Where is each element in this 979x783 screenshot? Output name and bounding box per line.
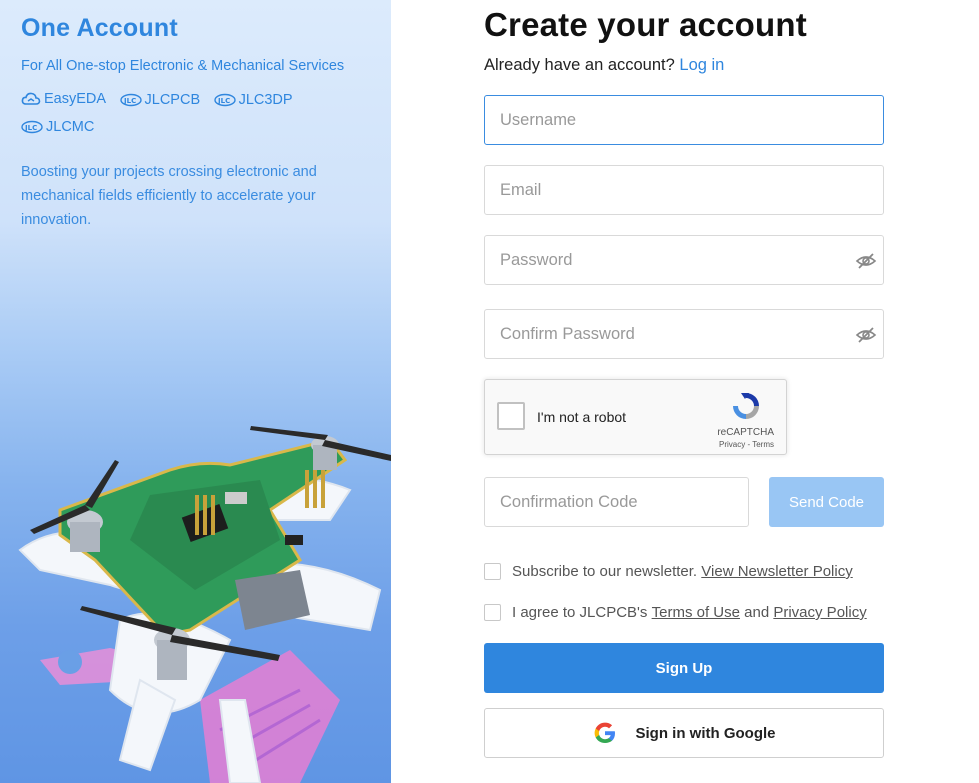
username-input[interactable] <box>485 96 883 144</box>
svg-text:JLC: JLC <box>24 124 37 132</box>
login-link[interactable]: Log in <box>679 56 724 74</box>
eye-slash-icon[interactable] <box>855 250 877 272</box>
product-jlcmc[interactable]: JLC JLCMC <box>21 118 94 136</box>
brand-tagline: For All One-stop Electronic & Mechanical… <box>21 58 345 74</box>
product-label: JLCPCB <box>144 92 201 108</box>
recaptcha-brand: reCAPTCHA <box>717 427 774 438</box>
sign-up-button[interactable]: Sign Up <box>484 643 884 693</box>
password-field[interactable] <box>484 235 884 285</box>
promo-panel: One Account For All One-stop Electronic … <box>0 0 391 783</box>
and-text: and <box>744 604 770 621</box>
send-code-button[interactable]: Send Code <box>769 477 884 527</box>
product-label: JLCMC <box>46 119 95 135</box>
svg-text:JLC: JLC <box>123 97 136 105</box>
agree-row: I agree to JLCPCB's Terms of Use and Pri… <box>484 604 867 621</box>
google-signin-label: Sign in with Google <box>635 724 776 742</box>
jlc-logo-icon: JLC <box>21 120 43 134</box>
brand-title: One Account <box>21 14 178 42</box>
product-easyeda[interactable]: EasyEDA <box>21 90 106 108</box>
username-field[interactable] <box>484 95 884 145</box>
recaptcha-links[interactable]: Privacy - Terms <box>719 440 774 449</box>
newsletter-row: Subscribe to our newsletter. View Newsle… <box>484 563 853 580</box>
recaptcha-widget: I'm not a robot reCAPTCHA Privacy - Term… <box>484 379 787 455</box>
email-input[interactable] <box>485 166 883 214</box>
login-prompt: Already have an account? Log in <box>484 56 724 75</box>
email-field[interactable] <box>484 165 884 215</box>
agree-text: I agree to JLCPCB's <box>512 604 648 621</box>
newsletter-text: Subscribe to our newsletter. <box>512 563 698 580</box>
confirm-password-input[interactable] <box>485 310 883 358</box>
product-label: EasyEDA <box>44 91 107 107</box>
page-title: Create your account <box>484 6 807 43</box>
confirmation-code-input[interactable] <box>485 478 748 526</box>
eye-slash-icon[interactable] <box>855 324 877 346</box>
confirm-password-field[interactable] <box>484 309 884 359</box>
confirmation-code-field[interactable] <box>484 477 749 527</box>
newsletter-checkbox[interactable] <box>484 563 501 580</box>
agree-checkbox[interactable] <box>484 604 501 621</box>
password-input[interactable] <box>485 236 883 284</box>
privacy-link[interactable]: Privacy Policy <box>773 604 866 621</box>
product-jlc3dp[interactable]: JLC JLC3DP <box>213 91 293 109</box>
terms-link[interactable]: Terms of Use <box>652 604 740 621</box>
login-prompt-text: Already have an account? <box>484 56 675 74</box>
recaptcha-checkbox[interactable] <box>497 402 525 430</box>
recaptcha-icon <box>733 393 759 419</box>
drone-illustration <box>18 426 391 783</box>
promo-description: Boosting your projects crossing electron… <box>21 164 317 228</box>
product-jlcpcb[interactable]: JLC JLCPCB <box>119 91 201 109</box>
jlc-logo-icon: JLC <box>213 93 236 107</box>
svg-text:JLC: JLC <box>217 97 230 105</box>
jlc-logo-icon: JLC <box>119 93 142 107</box>
newsletter-policy-link[interactable]: View Newsletter Policy <box>701 563 852 580</box>
product-label: JLC3DP <box>238 92 293 108</box>
google-signin-button[interactable]: Sign in with Google <box>484 708 884 758</box>
product-list: EasyEDA JLC JLCPCB JLC JLC3DP JLC JLCMC <box>21 90 351 145</box>
easyeda-cloud-icon <box>21 92 41 105</box>
google-icon <box>594 722 615 743</box>
recaptcha-label: I'm not a robot <box>537 409 627 425</box>
